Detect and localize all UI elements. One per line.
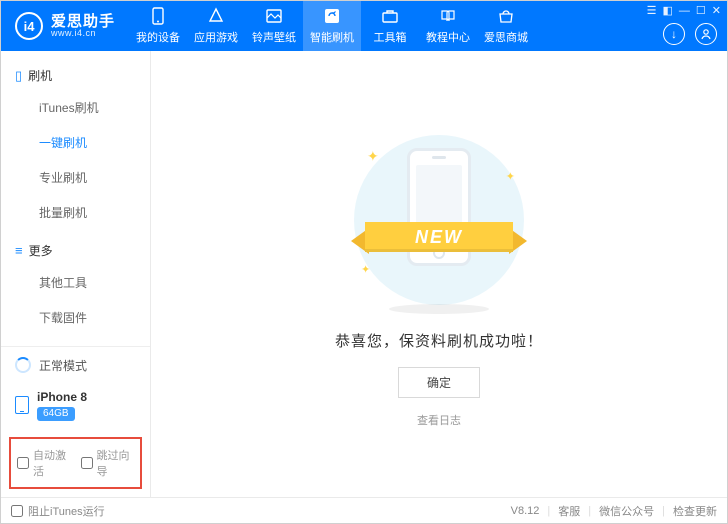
nav-flash[interactable]: 智能刷机 [303,1,361,51]
spinner-icon [15,357,31,373]
brand-name: 爱思助手 [51,14,115,29]
device-row[interactable]: iPhone 8 64GB [1,384,150,431]
brand-url: www.i4.cn [51,29,115,38]
prevent-itunes-checkbox[interactable]: 阻止iTunes运行 [11,503,105,519]
sidebar-item-oneclick-flash[interactable]: 一键刷机 [1,125,150,160]
nav-my-device[interactable]: 我的设备 [129,1,187,51]
menu-icon[interactable]: ☰ [647,4,657,17]
device-icon: ▯ [15,68,22,84]
nav-toolbox[interactable]: 工具箱 [361,1,419,51]
new-ribbon: NEW [347,216,531,260]
book-icon [439,7,457,25]
ok-button[interactable]: 确定 [398,367,480,398]
skin-icon[interactable]: ◧ [663,4,673,17]
account-button[interactable] [695,23,717,45]
main-panel: ✦ ✦ ✦ NEW 恭喜您，保资料刷机成功啦！ 确定 查看日志 [151,51,727,497]
close-icon[interactable]: ✕ [712,4,721,17]
success-illustration: ✦ ✦ ✦ NEW [339,130,539,310]
mode-row[interactable]: 正常模式 [1,347,150,384]
sidebar: ▯ 刷机 iTunes刷机 一键刷机 专业刷机 批量刷机 ≡ 更多 其他工具 下… [1,51,151,497]
footer-bar: 阻止iTunes运行 V8.12 | 客服 | 微信公众号 | 检查更新 [1,497,727,523]
footer-link-update[interactable]: 检查更新 [673,503,717,519]
brand-logo: i4 爱思助手 www.i4.cn [1,12,129,40]
nav-tutorials[interactable]: 教程中心 [419,1,477,51]
device-phone-icon [15,396,29,414]
success-message: 恭喜您，保资料刷机成功啦！ [335,330,543,351]
wallpaper-icon [265,7,283,25]
toolbox-icon [381,7,399,25]
flash-icon [323,7,341,25]
nav-store[interactable]: 爱思商城 [477,1,535,51]
sidebar-header-more: ≡ 更多 [1,236,150,265]
footer-link-wechat[interactable]: 微信公众号 [599,503,654,519]
sparkle-icon: ✦ [361,263,370,276]
nav-apps[interactable]: 应用游戏 [187,1,245,51]
window-controls: ☰ ◧ — ☐ ✕ [647,4,721,17]
minimize-icon[interactable]: — [679,5,690,17]
view-log-link[interactable]: 查看日志 [417,412,461,428]
sidebar-item-batch-flash[interactable]: 批量刷机 [1,195,150,230]
more-icon: ≡ [15,243,23,258]
sidebar-item-pro-flash[interactable]: 专业刷机 [1,160,150,195]
auto-activate-checkbox[interactable]: 自动激活 [17,447,71,479]
sparkle-icon: ✦ [367,148,379,165]
sidebar-item-other-tools[interactable]: 其他工具 [1,265,150,300]
storage-badge: 64GB [37,407,75,421]
mode-label: 正常模式 [39,357,87,374]
options-box: 自动激活 跳过向导 [9,437,142,489]
footer-link-support[interactable]: 客服 [558,503,580,519]
version-label: V8.12 [511,505,540,517]
store-icon [497,7,515,25]
device-name: iPhone 8 [37,390,87,404]
top-nav: 我的设备 应用游戏 铃声壁纸 智能刷机 工具箱 教程中心 爱思商城 [129,1,535,51]
sidebar-item-itunes-flash[interactable]: iTunes刷机 [1,90,150,125]
download-button[interactable]: ↓ [663,23,685,45]
sidebar-header-flash: ▯ 刷机 [1,61,150,90]
sidebar-item-download-firmware[interactable]: 下载固件 [1,300,150,335]
maximize-icon[interactable]: ☐ [696,4,706,17]
sparkle-icon: ✦ [506,170,515,183]
apps-icon [207,7,225,25]
logo-icon: i4 [15,12,43,40]
phone-icon [149,7,167,25]
app-body: ▯ 刷机 iTunes刷机 一键刷机 专业刷机 批量刷机 ≡ 更多 其他工具 下… [1,51,727,497]
sidebar-item-advanced[interactable]: 高级功能 [1,335,150,346]
skip-guide-checkbox[interactable]: 跳过向导 [81,447,135,479]
sidebar-bottom: 正常模式 iPhone 8 64GB 自动激活 跳过向导 [1,346,150,497]
nav-ringtones[interactable]: 铃声壁纸 [245,1,303,51]
user-controls: ↓ [663,23,717,45]
title-bar: i4 爱思助手 www.i4.cn 我的设备 应用游戏 铃声壁纸 智能刷机 工具… [1,1,727,51]
